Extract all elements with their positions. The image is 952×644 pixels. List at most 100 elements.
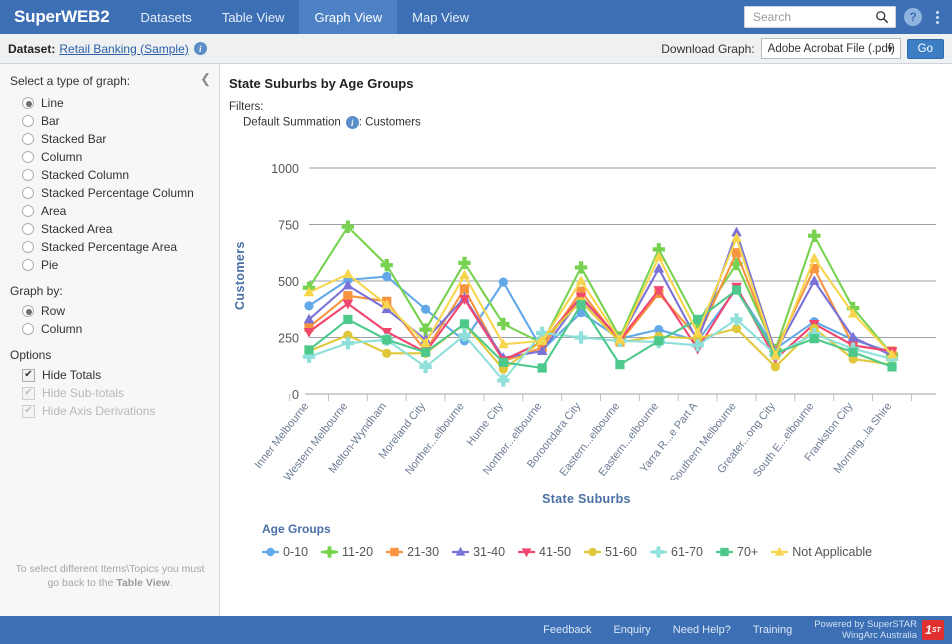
- search-input[interactable]: [751, 9, 875, 25]
- search-box[interactable]: [744, 6, 896, 28]
- legend-item-21-30[interactable]: 21-30: [386, 545, 439, 559]
- app-brand: SuperWEB2: [0, 0, 126, 34]
- sidebar-footer-text-2: .: [170, 577, 173, 589]
- nav-tab-map-view-label: Map View: [412, 10, 469, 25]
- graph-type-option-column[interactable]: Column: [0, 148, 219, 166]
- y-axis-tick-label: 500: [278, 275, 299, 289]
- data-point-marker[interactable]: [575, 331, 587, 343]
- data-point-marker[interactable]: [887, 362, 896, 371]
- radio-icon: [22, 115, 34, 127]
- graph-type-option-stacked-percentage-column[interactable]: Stacked Percentage Column: [0, 184, 219, 202]
- data-point-marker[interactable]: [615, 360, 624, 369]
- radio-icon: [22, 323, 34, 335]
- data-point-marker[interactable]: [304, 301, 313, 310]
- footer-link-training[interactable]: Training: [753, 624, 792, 636]
- data-point-marker[interactable]: [497, 318, 509, 330]
- data-point-marker[interactable]: [343, 300, 354, 310]
- data-point-marker[interactable]: [266, 548, 274, 556]
- info-icon[interactable]: i: [194, 42, 207, 55]
- legend-item-70-[interactable]: 70+: [716, 545, 758, 559]
- nav-tab-graph-view[interactable]: Graph View: [299, 0, 397, 34]
- sidebar-footer-table-view-link[interactable]: Table View: [116, 577, 169, 589]
- data-point-marker[interactable]: [460, 284, 469, 293]
- data-point-marker[interactable]: [771, 362, 780, 371]
- powered-by-line-2: WingArc Australia: [814, 630, 917, 641]
- legend-marker-icon: [716, 545, 733, 559]
- dataset-name-link[interactable]: Retail Banking (Sample): [59, 42, 188, 56]
- data-point-marker[interactable]: [538, 363, 547, 372]
- data-point-marker[interactable]: [342, 337, 354, 349]
- chevron-down-icon: ▼: [886, 44, 895, 54]
- data-point-marker[interactable]: [732, 285, 741, 294]
- data-point-marker[interactable]: [304, 345, 313, 354]
- legend-item-11-20[interactable]: 11-20: [321, 545, 373, 559]
- wingarc-logo-icon: 1ST: [922, 620, 944, 640]
- data-point-marker[interactable]: [343, 268, 354, 278]
- data-point-marker[interactable]: [809, 253, 820, 263]
- legend-item-not-applicable[interactable]: Not Applicable: [771, 545, 872, 559]
- graph-type-option-stacked-percentage-area[interactable]: Stacked Percentage Area: [0, 238, 219, 256]
- graph-type-option-stacked-area[interactable]: Stacked Area: [0, 220, 219, 238]
- chart-legend: 0-10 11-20 21-30 31-40 41-50 51-60 61-70 70+ Not…: [262, 545, 885, 559]
- graph-by-option-column[interactable]: Column: [0, 320, 219, 338]
- legend-item-51-60[interactable]: 51-60: [584, 545, 637, 559]
- data-point-marker[interactable]: [588, 548, 596, 556]
- footer-link-feedback[interactable]: Feedback: [543, 624, 591, 636]
- chevron-left-icon[interactable]: ❮: [200, 72, 211, 85]
- data-point-marker[interactable]: [576, 300, 585, 309]
- data-point-marker[interactable]: [304, 328, 315, 338]
- go-button[interactable]: Go: [907, 39, 944, 59]
- info-icon[interactable]: i: [346, 116, 359, 129]
- x-axis-tick-label: Hume City: [465, 400, 506, 448]
- graph-type-option-stacked-bar[interactable]: Stacked Bar: [0, 130, 219, 148]
- footer-link-enquiry[interactable]: Enquiry: [613, 624, 650, 636]
- data-point-marker[interactable]: [382, 335, 391, 344]
- data-point-marker[interactable]: [575, 261, 587, 273]
- data-point-marker[interactable]: [390, 548, 398, 556]
- kebab-menu-icon[interactable]: [930, 9, 944, 26]
- radio-icon: [22, 305, 34, 317]
- data-point-marker[interactable]: [653, 546, 664, 557]
- legend-item-61-70[interactable]: 61-70: [650, 545, 703, 559]
- data-point-marker[interactable]: [382, 349, 391, 358]
- footer-link-need-help[interactable]: Need Help?: [673, 624, 731, 636]
- data-point-marker[interactable]: [460, 319, 469, 328]
- data-point-marker[interactable]: [654, 336, 663, 345]
- data-point-marker[interactable]: [343, 315, 352, 324]
- series-line: [309, 253, 892, 361]
- data-point-marker[interactable]: [421, 305, 430, 314]
- checkbox-icon: ✔: [22, 405, 35, 418]
- data-point-marker[interactable]: [421, 348, 430, 357]
- option-hide-totals[interactable]: ✔ Hide Totals: [0, 366, 219, 384]
- legend-item-label: 21-30: [407, 545, 439, 559]
- graph-by-option-row[interactable]: Row: [0, 302, 219, 320]
- graph-type-option-line-label: Line: [41, 96, 64, 110]
- data-point-marker[interactable]: [849, 348, 858, 357]
- nav-tab-datasets[interactable]: Datasets: [126, 0, 207, 34]
- graph-type-option-pie[interactable]: Pie: [0, 256, 219, 274]
- data-point-marker[interactable]: [720, 548, 728, 556]
- graph-type-option-bar[interactable]: Bar: [0, 112, 219, 130]
- data-point-marker[interactable]: [343, 291, 352, 300]
- graph-type-option-line[interactable]: Line: [0, 94, 219, 112]
- data-point-marker[interactable]: [499, 278, 508, 287]
- legend-item-41-50[interactable]: 41-50: [518, 545, 571, 559]
- data-point-marker[interactable]: [810, 334, 819, 343]
- graph-type-option-stacked-column[interactable]: Stacked Column: [0, 166, 219, 184]
- data-point-marker[interactable]: [324, 546, 335, 557]
- legend-item-0-10[interactable]: 0-10: [262, 545, 308, 559]
- nav-tab-map-view[interactable]: Map View: [397, 0, 484, 34]
- filter-summary: Default Summationi: Customers: [221, 113, 952, 129]
- legend-item-31-40[interactable]: 31-40: [452, 545, 505, 559]
- data-point-marker[interactable]: [382, 272, 391, 281]
- data-point-marker[interactable]: [458, 257, 470, 269]
- help-icon[interactable]: ?: [904, 8, 922, 26]
- download-format-select[interactable]: Adobe Acrobat File (.pdf) ▼: [761, 38, 901, 59]
- legend-marker-icon: [452, 545, 469, 559]
- graph-type-option-area[interactable]: Area: [0, 202, 219, 220]
- data-point-marker[interactable]: [499, 358, 508, 367]
- nav-tab-table-view[interactable]: Table View: [207, 0, 300, 34]
- search-icon[interactable]: [875, 10, 889, 24]
- data-point-marker[interactable]: [808, 230, 820, 242]
- chart-plot-area: Customers 02505007501000Inner MelbourneW…: [221, 150, 952, 480]
